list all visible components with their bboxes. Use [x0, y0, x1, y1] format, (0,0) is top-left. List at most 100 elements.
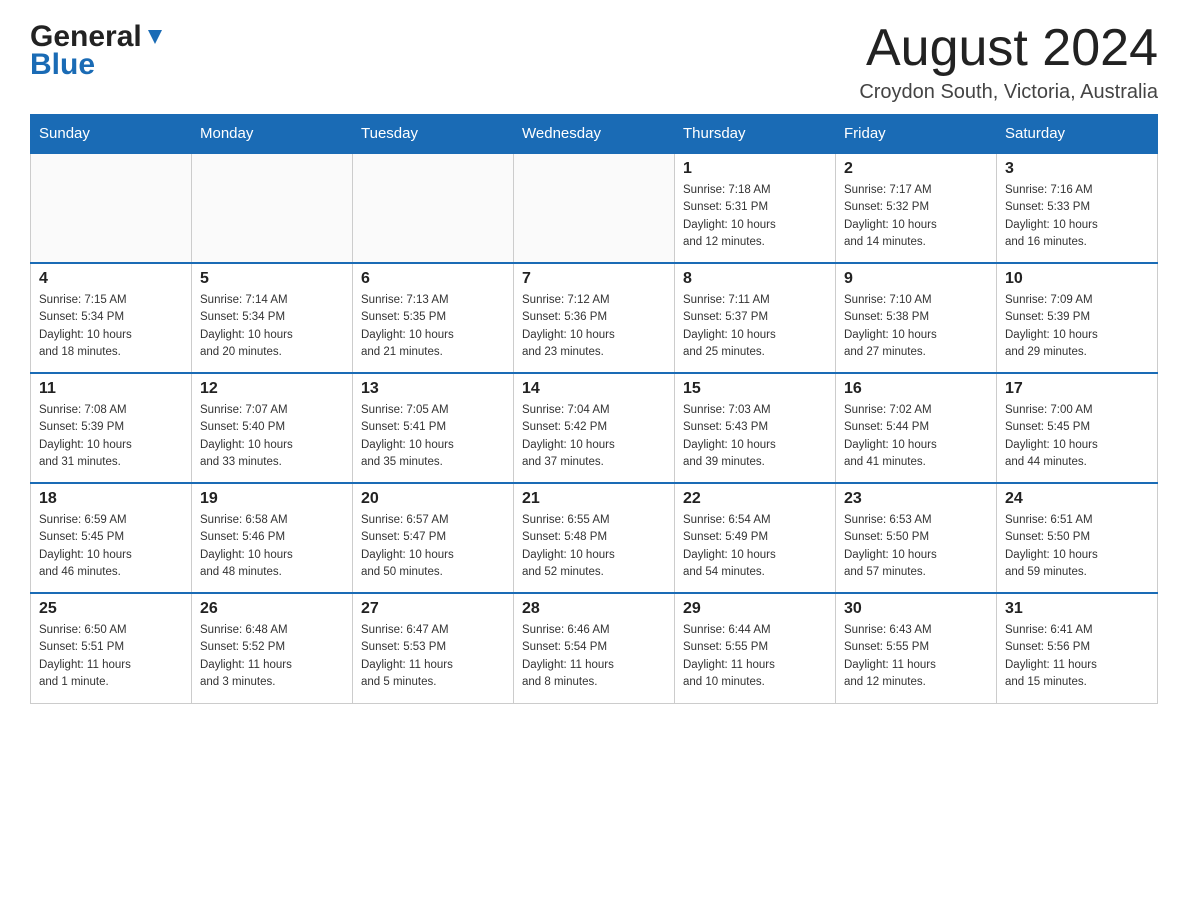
day-info: Sunrise: 6:48 AM Sunset: 5:52 PM Dayligh… — [200, 622, 344, 691]
calendar-week-row: 25 Sunrise: 6:50 AM Sunset: 5:51 PM Dayli… — [31, 593, 1158, 703]
day-number: 8 — [683, 270, 827, 288]
day-info: Sunrise: 7:02 AM Sunset: 5:44 PM Dayligh… — [844, 402, 988, 471]
day-number: 15 — [683, 380, 827, 398]
day-info: Sunrise: 7:09 AM Sunset: 5:39 PM Dayligh… — [1005, 292, 1149, 361]
day-number: 9 — [844, 270, 988, 288]
calendar-cell — [31, 153, 192, 263]
day-number: 19 — [200, 490, 344, 508]
weekday-header-tuesday: Tuesday — [353, 115, 514, 154]
calendar-cell: 31 Sunrise: 6:41 AM Sunset: 5:56 PM Dayli… — [997, 593, 1158, 703]
day-number: 22 — [683, 490, 827, 508]
day-info: Sunrise: 6:57 AM Sunset: 5:47 PM Dayligh… — [361, 512, 505, 581]
calendar-cell: 20Sunrise: 6:57 AM Sunset: 5:47 PM Dayli… — [353, 483, 514, 593]
day-number: 23 — [844, 490, 988, 508]
calendar-cell — [514, 153, 675, 263]
weekday-header-sunday: Sunday — [31, 115, 192, 154]
day-info: Sunrise: 6:58 AM Sunset: 5:46 PM Dayligh… — [200, 512, 344, 581]
calendar-cell: 16 Sunrise: 7:02 AM Sunset: 5:44 PM Dayli… — [836, 373, 997, 483]
calendar-cell: 21 Sunrise: 6:55 AM Sunset: 5:48 PM Dayli… — [514, 483, 675, 593]
calendar-cell: 22 Sunrise: 6:54 AM Sunset: 5:49 PM Dayli… — [675, 483, 836, 593]
day-number: 17 — [1005, 380, 1149, 398]
day-info: Sunrise: 7:16 AM Sunset: 5:33 PM Dayligh… — [1005, 182, 1149, 251]
day-number: 29 — [683, 600, 827, 618]
day-info: Sunrise: 7:10 AM Sunset: 5:38 PM Dayligh… — [844, 292, 988, 361]
calendar-cell: 6Sunrise: 7:13 AM Sunset: 5:35 PM Daylig… — [353, 263, 514, 373]
day-info: Sunrise: 7:07 AM Sunset: 5:40 PM Dayligh… — [200, 402, 344, 471]
day-number: 10 — [1005, 270, 1149, 288]
calendar-cell: 17 Sunrise: 7:00 AM Sunset: 5:45 PM Dayli… — [997, 373, 1158, 483]
day-number: 1 — [683, 160, 827, 178]
day-info: Sunrise: 7:08 AM Sunset: 5:39 PM Dayligh… — [39, 402, 183, 471]
day-number: 7 — [522, 270, 666, 288]
day-info: Sunrise: 7:12 AM Sunset: 5:36 PM Dayligh… — [522, 292, 666, 361]
day-number: 16 — [844, 380, 988, 398]
calendar-week-row: 11 Sunrise: 7:08 AM Sunset: 5:39 PM Dayli… — [31, 373, 1158, 483]
logo-triangle-icon — [144, 26, 166, 48]
day-info: Sunrise: 6:55 AM Sunset: 5:48 PM Dayligh… — [522, 512, 666, 581]
day-number: 12 — [200, 380, 344, 398]
calendar-cell — [353, 153, 514, 263]
calendar-cell: 3 Sunrise: 7:16 AM Sunset: 5:33 PM Daylig… — [997, 153, 1158, 263]
day-number: 27 — [361, 600, 505, 618]
day-number: 25 — [39, 600, 183, 618]
calendar-cell: 2 Sunrise: 7:17 AM Sunset: 5:32 PM Daylig… — [836, 153, 997, 263]
day-info: Sunrise: 7:14 AM Sunset: 5:34 PM Dayligh… — [200, 292, 344, 361]
logo: General Blue — [30, 20, 166, 82]
calendar-cell: 18Sunrise: 6:59 AM Sunset: 5:45 PM Dayli… — [31, 483, 192, 593]
calendar-cell: 19 Sunrise: 6:58 AM Sunset: 5:46 PM Dayli… — [192, 483, 353, 593]
weekday-header-friday: Friday — [836, 115, 997, 154]
day-info: Sunrise: 7:15 AM Sunset: 5:34 PM Dayligh… — [39, 292, 183, 361]
day-info: Sunrise: 6:50 AM Sunset: 5:51 PM Dayligh… — [39, 622, 183, 691]
location-text: Croydon South, Victoria, Australia — [859, 81, 1158, 104]
day-info: Sunrise: 7:18 AM Sunset: 5:31 PM Dayligh… — [683, 182, 827, 251]
day-number: 30 — [844, 600, 988, 618]
day-info: Sunrise: 7:17 AM Sunset: 5:32 PM Dayligh… — [844, 182, 988, 251]
calendar-cell: 30 Sunrise: 6:43 AM Sunset: 5:55 PM Dayli… — [836, 593, 997, 703]
month-title: August 2024 — [859, 20, 1158, 77]
weekday-header-monday: Monday — [192, 115, 353, 154]
day-number: 28 — [522, 600, 666, 618]
day-info: Sunrise: 7:13 AM Sunset: 5:35 PM Dayligh… — [361, 292, 505, 361]
day-number: 3 — [1005, 160, 1149, 178]
weekday-header-saturday: Saturday — [997, 115, 1158, 154]
calendar-cell: 11 Sunrise: 7:08 AM Sunset: 5:39 PM Dayli… — [31, 373, 192, 483]
calendar-table: SundayMondayTuesdayWednesdayThursdayFrid… — [30, 114, 1158, 704]
day-number: 4 — [39, 270, 183, 288]
page-header: General Blue August 2024 Croydon South, … — [30, 20, 1158, 104]
day-number: 21 — [522, 490, 666, 508]
day-info: Sunrise: 6:51 AM Sunset: 5:50 PM Dayligh… — [1005, 512, 1149, 581]
calendar-cell: 4 Sunrise: 7:15 AM Sunset: 5:34 PM Daylig… — [31, 263, 192, 373]
day-info: Sunrise: 6:41 AM Sunset: 5:56 PM Dayligh… — [1005, 622, 1149, 691]
weekday-header-wednesday: Wednesday — [514, 115, 675, 154]
day-info: Sunrise: 6:53 AM Sunset: 5:50 PM Dayligh… — [844, 512, 988, 581]
day-number: 14 — [522, 380, 666, 398]
weekday-header-thursday: Thursday — [675, 115, 836, 154]
calendar-cell: 26Sunrise: 6:48 AM Sunset: 5:52 PM Dayli… — [192, 593, 353, 703]
title-area: August 2024 Croydon South, Victoria, Aus… — [859, 20, 1158, 104]
day-number: 11 — [39, 380, 183, 398]
calendar-cell: 10 Sunrise: 7:09 AM Sunset: 5:39 PM Dayli… — [997, 263, 1158, 373]
calendar-cell: 1 Sunrise: 7:18 AM Sunset: 5:31 PM Daylig… — [675, 153, 836, 263]
day-number: 24 — [1005, 490, 1149, 508]
calendar-cell: 25 Sunrise: 6:50 AM Sunset: 5:51 PM Dayli… — [31, 593, 192, 703]
day-info: Sunrise: 7:00 AM Sunset: 5:45 PM Dayligh… — [1005, 402, 1149, 471]
day-info: Sunrise: 6:44 AM Sunset: 5:55 PM Dayligh… — [683, 622, 827, 691]
day-info: Sunrise: 6:43 AM Sunset: 5:55 PM Dayligh… — [844, 622, 988, 691]
day-info: Sunrise: 6:47 AM Sunset: 5:53 PM Dayligh… — [361, 622, 505, 691]
calendar-week-row: 4 Sunrise: 7:15 AM Sunset: 5:34 PM Daylig… — [31, 263, 1158, 373]
calendar-week-row: 1 Sunrise: 7:18 AM Sunset: 5:31 PM Daylig… — [31, 153, 1158, 263]
calendar-cell: 13Sunrise: 7:05 AM Sunset: 5:41 PM Dayli… — [353, 373, 514, 483]
day-info: Sunrise: 7:03 AM Sunset: 5:43 PM Dayligh… — [683, 402, 827, 471]
day-info: Sunrise: 7:04 AM Sunset: 5:42 PM Dayligh… — [522, 402, 666, 471]
calendar-cell: 12 Sunrise: 7:07 AM Sunset: 5:40 PM Dayli… — [192, 373, 353, 483]
day-info: Sunrise: 6:46 AM Sunset: 5:54 PM Dayligh… — [522, 622, 666, 691]
calendar-cell: 28 Sunrise: 6:46 AM Sunset: 5:54 PM Dayli… — [514, 593, 675, 703]
calendar-cell: 27 Sunrise: 6:47 AM Sunset: 5:53 PM Dayli… — [353, 593, 514, 703]
day-number: 31 — [1005, 600, 1149, 618]
logo-blue-text: Blue — [30, 48, 95, 82]
day-info: Sunrise: 6:54 AM Sunset: 5:49 PM Dayligh… — [683, 512, 827, 581]
day-info: Sunrise: 7:11 AM Sunset: 5:37 PM Dayligh… — [683, 292, 827, 361]
calendar-cell: 23 Sunrise: 6:53 AM Sunset: 5:50 PM Dayli… — [836, 483, 997, 593]
day-number: 18 — [39, 490, 183, 508]
day-number: 2 — [844, 160, 988, 178]
